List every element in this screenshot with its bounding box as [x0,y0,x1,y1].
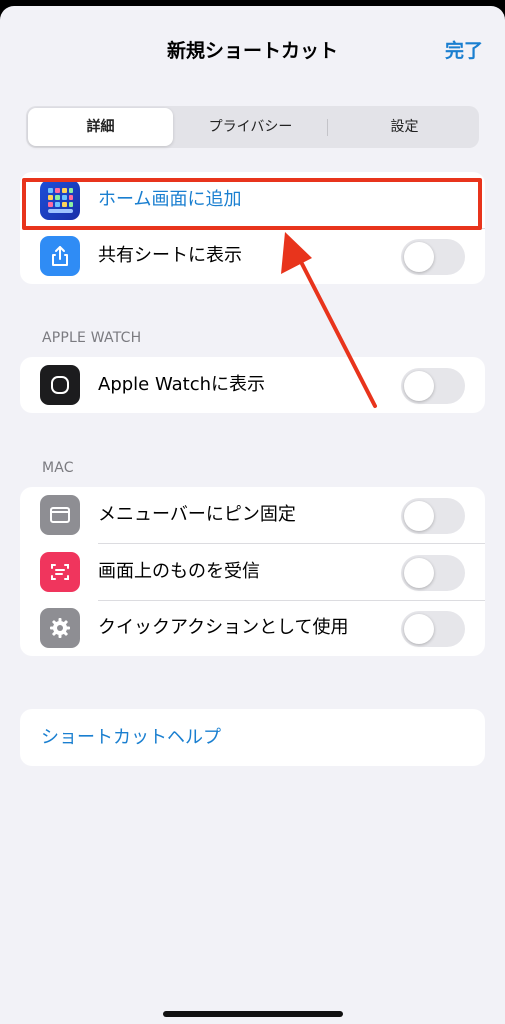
home-indicator [163,1011,343,1017]
shortcut-sheet: 新規ショートカット 完了 詳細 プライバシー 設定 ホーム画面に追加 共有シート… [0,6,505,1024]
annotation-arrow [281,232,377,408]
